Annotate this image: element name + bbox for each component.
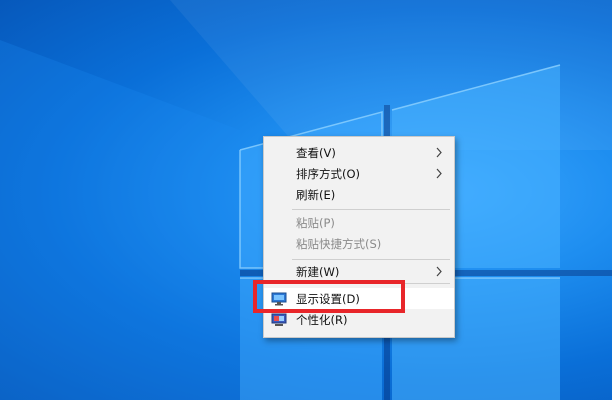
menu-item-label: 新建(W) — [296, 264, 340, 279]
display-settings-icon — [271, 292, 287, 306]
menu-item-new[interactable]: 新建(W) — [264, 261, 454, 282]
menu-item-view[interactable]: 查看(V) — [264, 142, 454, 163]
personalize-icon — [271, 313, 287, 326]
menu-item-label: 刷新(E) — [296, 187, 336, 202]
menu-item-sort-by[interactable]: 排序方式(O) — [264, 163, 454, 184]
menu-separator — [292, 209, 450, 210]
menu-item-label: 排序方式(O) — [296, 166, 361, 181]
desktop-context-menu: 查看(V) 排序方式(O) 刷新(E) 粘贴(P) 粘贴快捷方式(S) 新建(W… — [263, 136, 455, 338]
chevron-right-icon — [436, 266, 442, 277]
chevron-right-icon — [436, 168, 442, 179]
menu-item-label: 显示设置(D) — [296, 291, 360, 306]
menu-item-paste-shortcut: 粘贴快捷方式(S) — [264, 233, 454, 254]
menu-item-display-settings[interactable]: 显示设置(D) — [264, 288, 454, 309]
menu-separator — [292, 283, 450, 284]
menu-separator — [292, 259, 450, 260]
desktop[interactable]: 查看(V) 排序方式(O) 刷新(E) 粘贴(P) 粘贴快捷方式(S) 新建(W… — [0, 0, 612, 400]
chevron-right-icon — [436, 147, 442, 158]
menu-item-personalize[interactable]: 个性化(R) — [264, 309, 454, 330]
menu-item-label: 个性化(R) — [296, 312, 348, 327]
menu-item-paste: 粘贴(P) — [264, 212, 454, 233]
menu-item-refresh[interactable]: 刷新(E) — [264, 184, 454, 205]
menu-item-label: 粘贴(P) — [296, 215, 335, 230]
menu-item-label: 粘贴快捷方式(S) — [296, 236, 382, 251]
menu-item-label: 查看(V) — [296, 145, 336, 160]
